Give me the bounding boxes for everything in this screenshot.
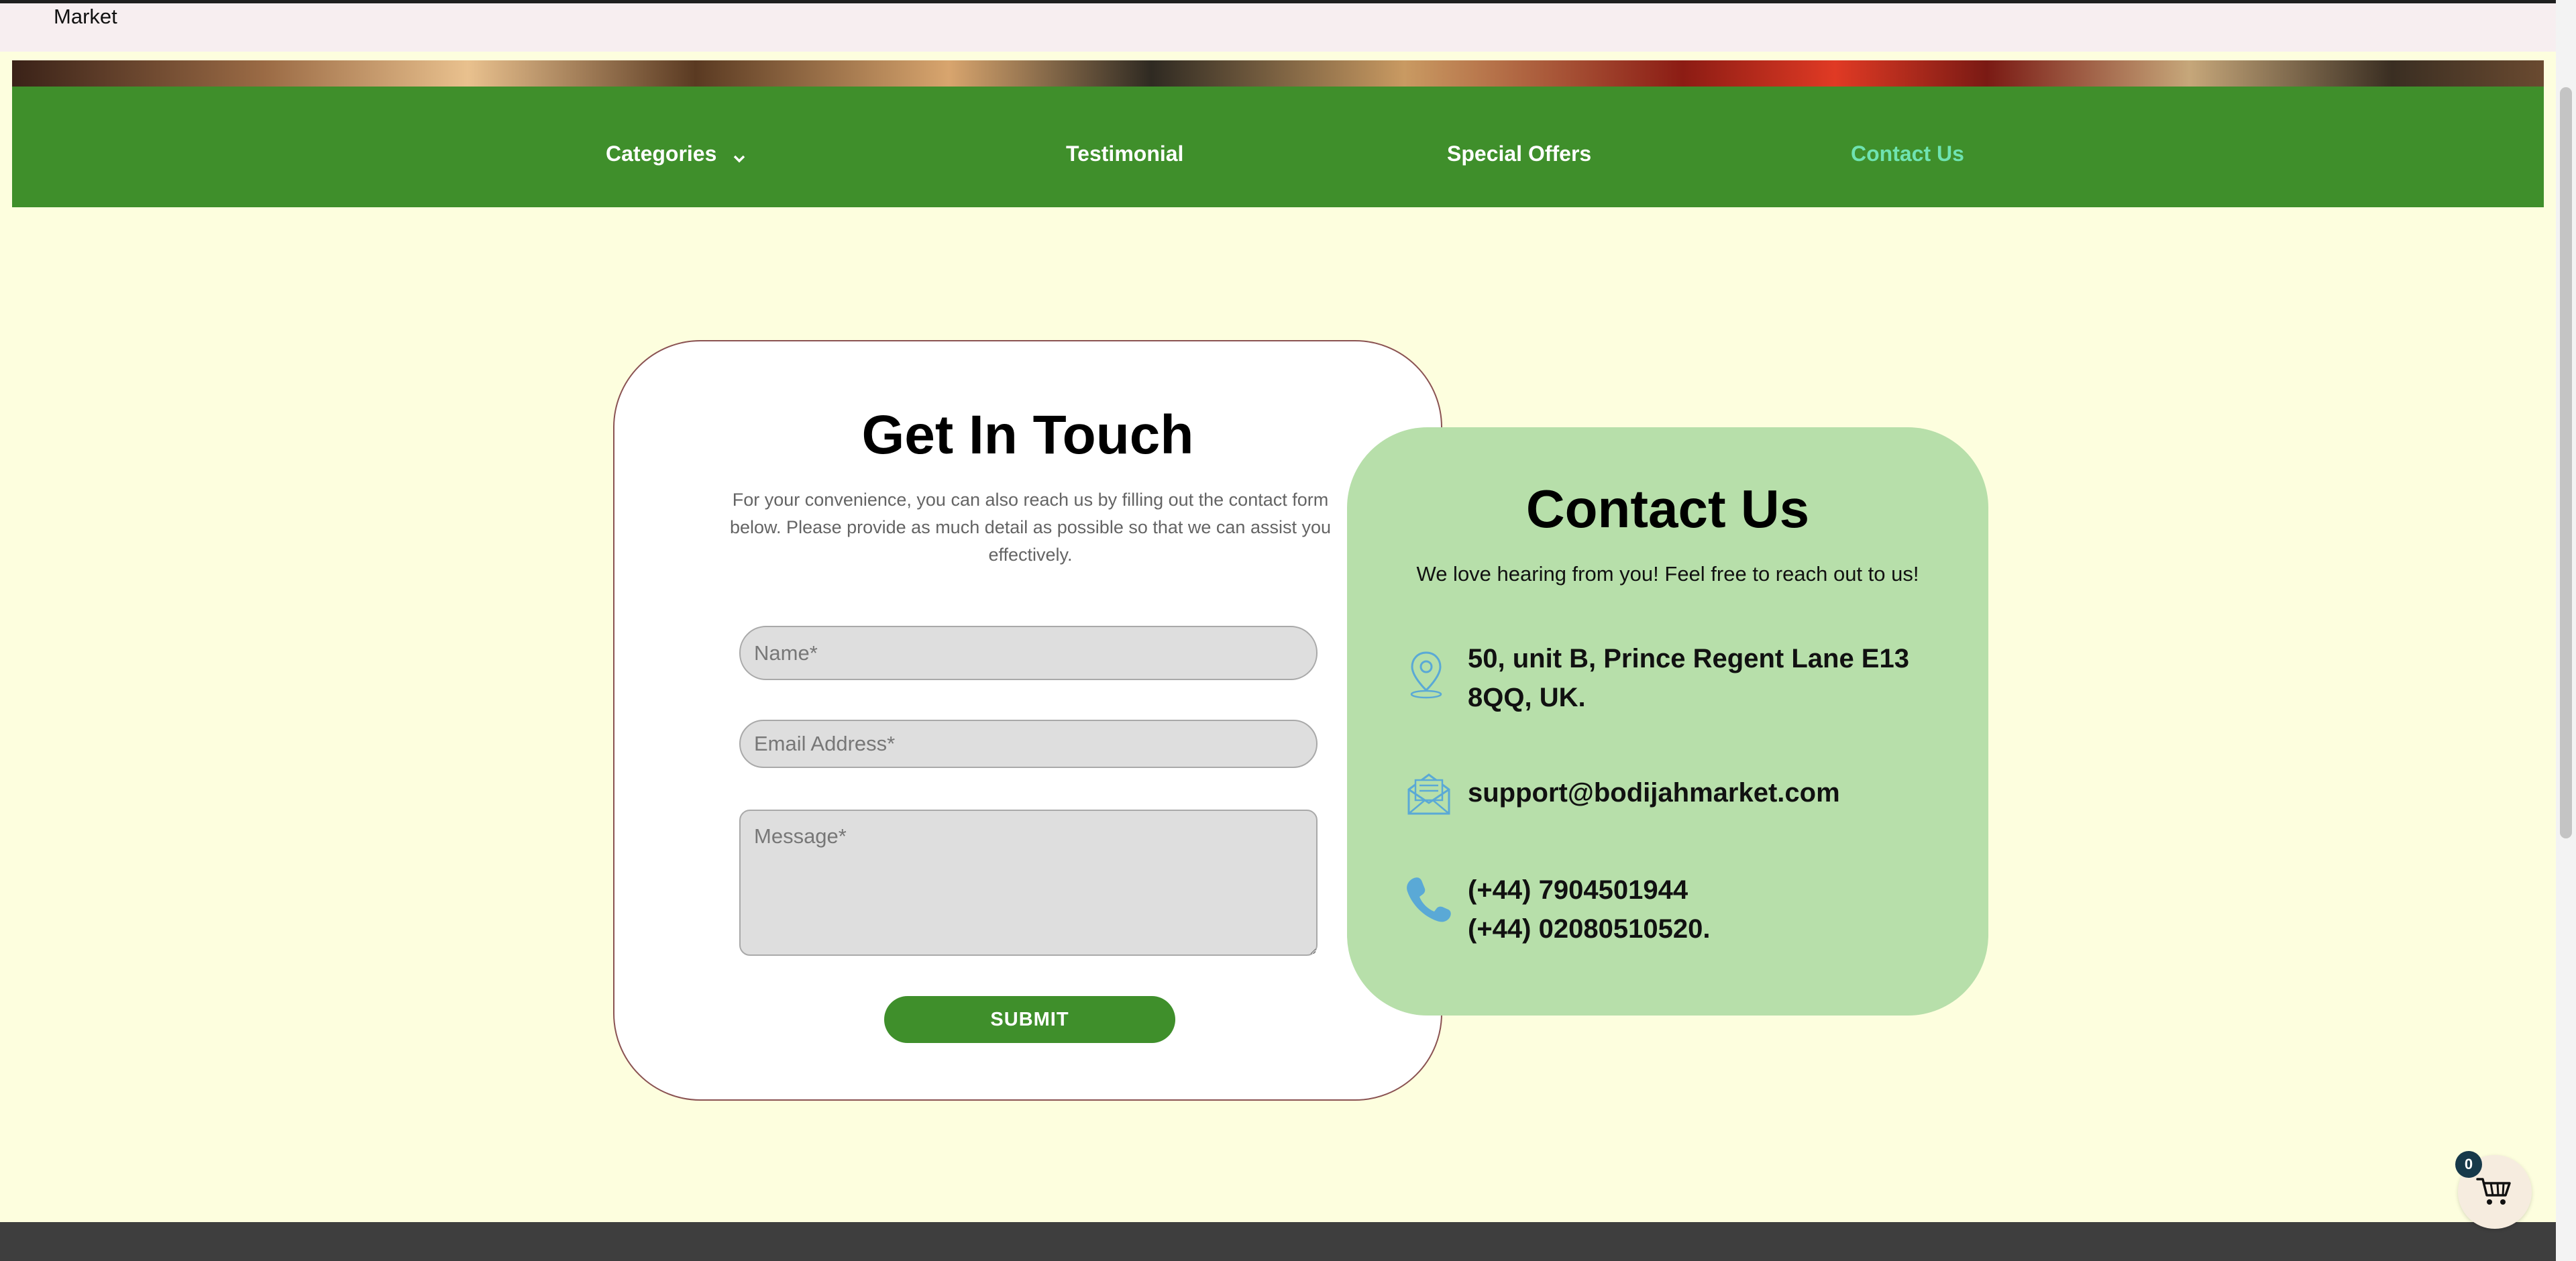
brand-name[interactable]: Market [54, 5, 117, 29]
main-navigation: Categories Testimonial Special Offers Co… [12, 87, 2544, 207]
nav-item-special-offers[interactable]: Special Offers [1447, 87, 1591, 207]
contact-phone-primary[interactable]: (+44) 7904501944 [1468, 871, 1688, 910]
contact-subtitle: We love hearing from you! Feel free to r… [1416, 562, 1919, 586]
hero-banner-strip [12, 60, 2544, 89]
phone-icon [1405, 875, 1452, 927]
nav-item-categories[interactable]: Categories [606, 87, 745, 207]
nav-item-label: Testimonial [1066, 142, 1184, 166]
contact-form-card: Get In Touch For your convenience, you c… [613, 340, 1442, 1101]
envelope-icon [1405, 771, 1453, 821]
name-input[interactable] [739, 626, 1318, 680]
nav-item-contact-us[interactable]: Contact Us [1851, 87, 1964, 207]
nav-item-label: Special Offers [1447, 142, 1592, 166]
page-scrollbar[interactable] [2556, 0, 2576, 1261]
contact-title: Contact Us [1525, 479, 1810, 539]
top-header: Market [0, 3, 2556, 52]
nav-item-testimonial[interactable]: Testimonial [1066, 87, 1183, 207]
page-footer [0, 1222, 2556, 1261]
email-input[interactable] [739, 720, 1318, 768]
cart-count-badge: 0 [2455, 1151, 2482, 1178]
cart-icon [2476, 1175, 2514, 1211]
form-title: Get In Touch [861, 404, 1194, 465]
scrollbar-thumb[interactable] [2560, 87, 2572, 838]
submit-button[interactable]: SUBMIT [884, 996, 1175, 1043]
contact-email[interactable]: support@bodijahmarket.com [1468, 773, 1840, 812]
contact-address: 50, unit B, Prince Regent Lane E13 8QQ, … [1468, 644, 1909, 712]
message-textarea[interactable] [739, 810, 1318, 956]
location-pin-icon [1405, 649, 1448, 704]
floating-cart-button[interactable]: 0 [2455, 1151, 2532, 1229]
contact-phone-secondary[interactable]: (+44) 02080510520. [1468, 910, 1710, 948]
form-description: For your convenience, you can also reach… [730, 490, 1331, 565]
nav-item-label: Contact Us [1851, 142, 1964, 166]
contact-info-card: Contact Us We love hearing from you! Fee… [1347, 427, 1988, 1016]
chevron-down-icon [733, 89, 745, 223]
nav-item-label: Categories [606, 142, 717, 166]
